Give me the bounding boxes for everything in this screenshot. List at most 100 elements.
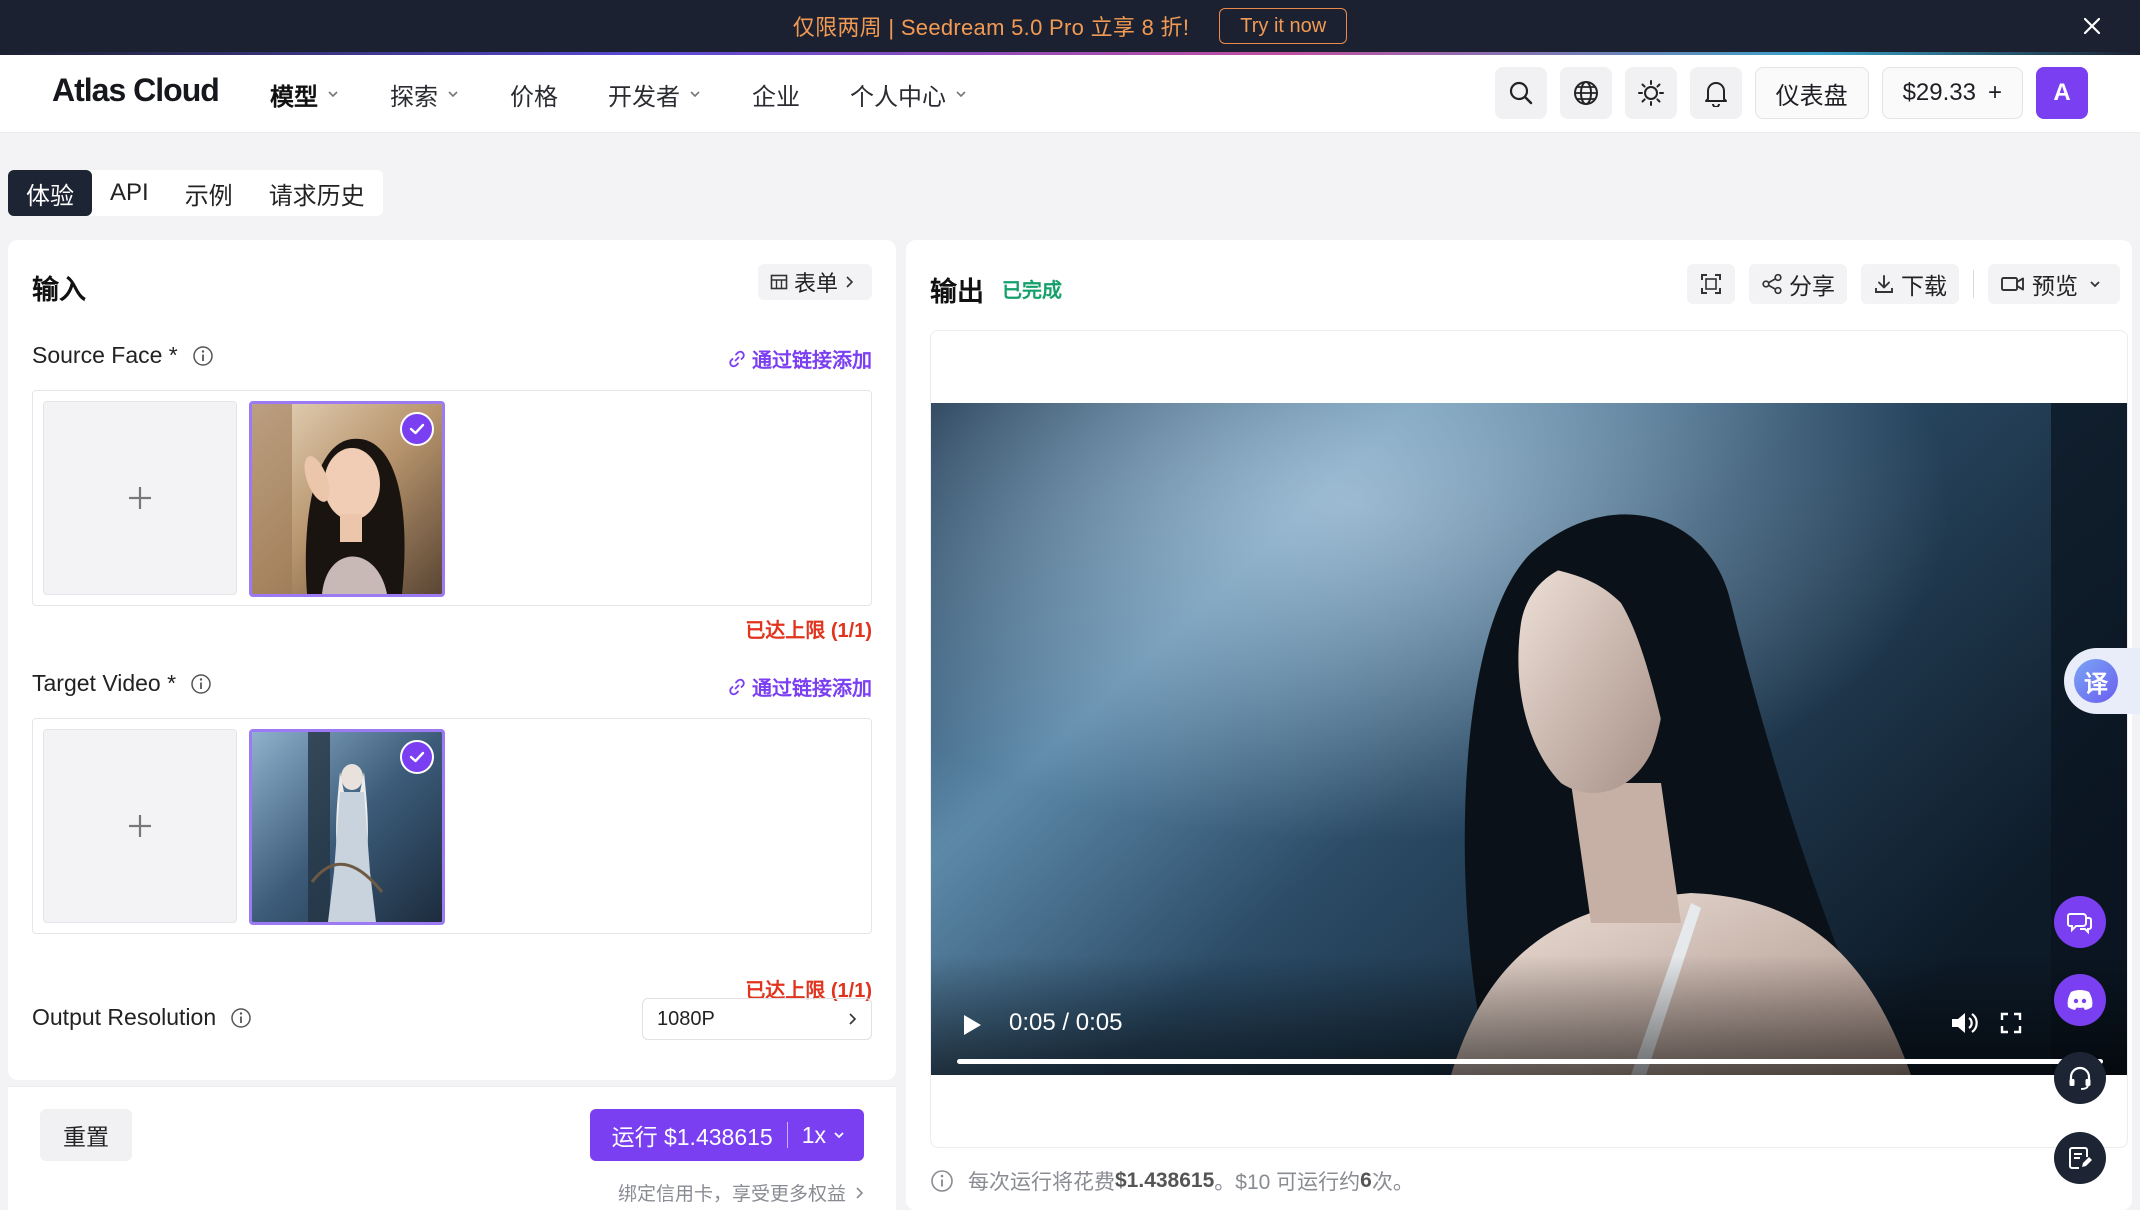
notifications-button[interactable] <box>1689 67 1742 119</box>
reset-button[interactable]: 重置 <box>40 1109 132 1161</box>
top-navbar: Atlas Cloud 模型 探索 价格 开发者 企业 个人中心 仪表盘 $29… <box>0 55 2140 133</box>
discord-button[interactable] <box>2054 974 2106 1026</box>
menu-label: 价格 <box>510 83 558 111</box>
source-face-add-by-link[interactable]: 通过链接添加 <box>728 344 872 373</box>
run-button[interactable]: 运行 $1.438615 1x <box>589 1109 864 1161</box>
logo[interactable]: Atlas Cloud <box>52 72 220 109</box>
chevron-down-icon <box>954 87 968 101</box>
chevron-down-icon <box>688 87 702 101</box>
chevron-right-icon <box>847 1012 857 1026</box>
cost-note-mid: 。$10 可运行约 <box>1214 1171 1361 1194</box>
share-button[interactable]: 分享 <box>1749 264 1847 304</box>
selected-check-icon <box>400 740 434 774</box>
globe-icon <box>1572 79 1600 107</box>
share-label: 分享 <box>1789 273 1835 299</box>
output-panel: 输出 已完成 分享 下载 预览 0:05 / 0:05 每次运行将花费 $1.4… <box>906 240 2132 1210</box>
video-container: 0:05 / 0:05 <box>930 330 2128 1148</box>
field-label-text: Output Resolution <box>32 1004 217 1030</box>
download-icon <box>1873 273 1901 295</box>
download-button[interactable]: 下载 <box>1861 264 1959 304</box>
input-title: 输入 <box>32 275 86 305</box>
sun-icon <box>1637 79 1665 107</box>
tab-examples[interactable]: 示例 <box>167 170 251 216</box>
video-player[interactable]: 0:05 / 0:05 <box>931 403 2127 1075</box>
menu-label: 企业 <box>752 83 800 111</box>
chevron-down-icon <box>446 87 460 101</box>
menu-label: 模型 <box>270 83 318 111</box>
tab-api[interactable]: API <box>92 170 167 216</box>
field-label-text: Target Video * <box>32 670 177 696</box>
chevron-down-icon <box>2088 277 2108 291</box>
chevron-right-icon <box>844 275 860 289</box>
output-resolution-select[interactable]: 1080P <box>642 998 872 1040</box>
chat-button[interactable] <box>2054 896 2106 948</box>
info-icon[interactable] <box>190 673 212 695</box>
info-icon <box>930 1169 968 1193</box>
preview-label: 预览 <box>2032 273 2078 299</box>
menu-item-enterprise[interactable]: 企业 <box>752 77 800 112</box>
play-icon[interactable] <box>961 1013 983 1037</box>
run-bar: 重置 运行 $1.438615 1x 绑定信用卡，享受更多权益 <box>8 1086 896 1210</box>
language-button[interactable] <box>1559 67 1612 119</box>
support-button[interactable] <box>2054 1052 2106 1104</box>
info-icon[interactable] <box>192 345 214 367</box>
form-toggle-button[interactable]: 表单 <box>757 264 872 300</box>
info-icon[interactable] <box>230 1007 252 1029</box>
plus-icon: + <box>1987 79 2002 106</box>
volume-icon[interactable] <box>1949 1009 1979 1037</box>
target-video-add-by-link[interactable]: 通过链接添加 <box>728 672 872 701</box>
add-file-button[interactable] <box>43 729 237 923</box>
menu-item-models[interactable]: 模型 <box>270 77 340 112</box>
close-icon[interactable] <box>2078 12 2106 40</box>
multiplier-select[interactable]: 1x <box>802 1122 826 1149</box>
notes-button[interactable] <box>2054 1132 2106 1184</box>
main-menu: 模型 探索 价格 开发者 企业 个人中心 <box>270 55 1018 133</box>
chevron-right-icon <box>846 1186 864 1200</box>
avatar[interactable]: A <box>2036 67 2088 119</box>
source-face-thumbnail[interactable] <box>249 401 445 597</box>
add-file-button[interactable] <box>43 401 237 595</box>
share-icon <box>1761 273 1789 295</box>
download-label: 下载 <box>1901 273 1947 299</box>
search-button[interactable] <box>1494 67 1547 119</box>
headset-icon <box>2066 1064 2094 1092</box>
toolbar-divider <box>1973 270 1974 298</box>
source-face-upload <box>32 390 872 606</box>
video-time: 0:05 / 0:05 <box>1009 1009 1123 1036</box>
fullscreen-icon[interactable] <box>1999 1011 2023 1035</box>
table-icon <box>770 273 794 291</box>
chevron-down-icon <box>326 87 340 101</box>
link-add-label: 通过链接添加 <box>752 350 872 372</box>
selected-check-icon <box>400 412 434 446</box>
video-progress-bar[interactable] <box>957 1059 2103 1064</box>
chat-bubbles-icon <box>2066 909 2094 935</box>
search-icon <box>1508 80 1534 106</box>
nav-actions: 仪表盘 $29.33 + A <box>1482 67 2088 119</box>
output-resolution-label: Output Resolution <box>32 1004 252 1031</box>
run-label: 运行 $1.438615 <box>611 1124 773 1150</box>
bind-card-link[interactable]: 绑定信用卡，享受更多权益 <box>618 1179 864 1206</box>
link-icon <box>728 350 752 368</box>
theme-toggle-button[interactable] <box>1624 67 1677 119</box>
target-video-thumbnail[interactable] <box>249 729 445 925</box>
tab-request-history[interactable]: 请求历史 <box>251 170 383 216</box>
try-it-now-button[interactable]: Try it now <box>1219 8 1348 44</box>
plus-icon <box>126 812 154 840</box>
menu-item-developers[interactable]: 开发者 <box>608 77 702 112</box>
menu-label: 个人中心 <box>850 83 946 111</box>
menu-item-explore[interactable]: 探索 <box>390 77 460 112</box>
form-toggle-label: 表单 <box>793 271 838 296</box>
promo-banner: 仅限两周 | Seedream 5.0 Pro 立享 8 折! Try it n… <box>0 0 2140 52</box>
menu-item-personal-center[interactable]: 个人中心 <box>850 77 968 112</box>
balance-button[interactable]: $29.33 + <box>1881 67 2023 119</box>
tab-playground[interactable]: 体验 <box>8 170 92 216</box>
preview-button[interactable]: 预览 <box>1988 264 2120 304</box>
dashboard-button[interactable]: 仪表盘 <box>1754 67 1869 119</box>
menu-item-pricing[interactable]: 价格 <box>510 77 558 112</box>
translate-widget[interactable]: 译 <box>2064 648 2140 714</box>
promo-text: 仅限两周 | Seedream 5.0 Pro 立享 8 折! <box>792 15 1190 40</box>
output-toolbar: 分享 下载 预览 <box>1673 264 2120 304</box>
menu-label: 探索 <box>390 83 438 111</box>
fit-screen-button[interactable] <box>1687 264 1735 304</box>
target-video-label: Target Video * <box>32 670 212 697</box>
